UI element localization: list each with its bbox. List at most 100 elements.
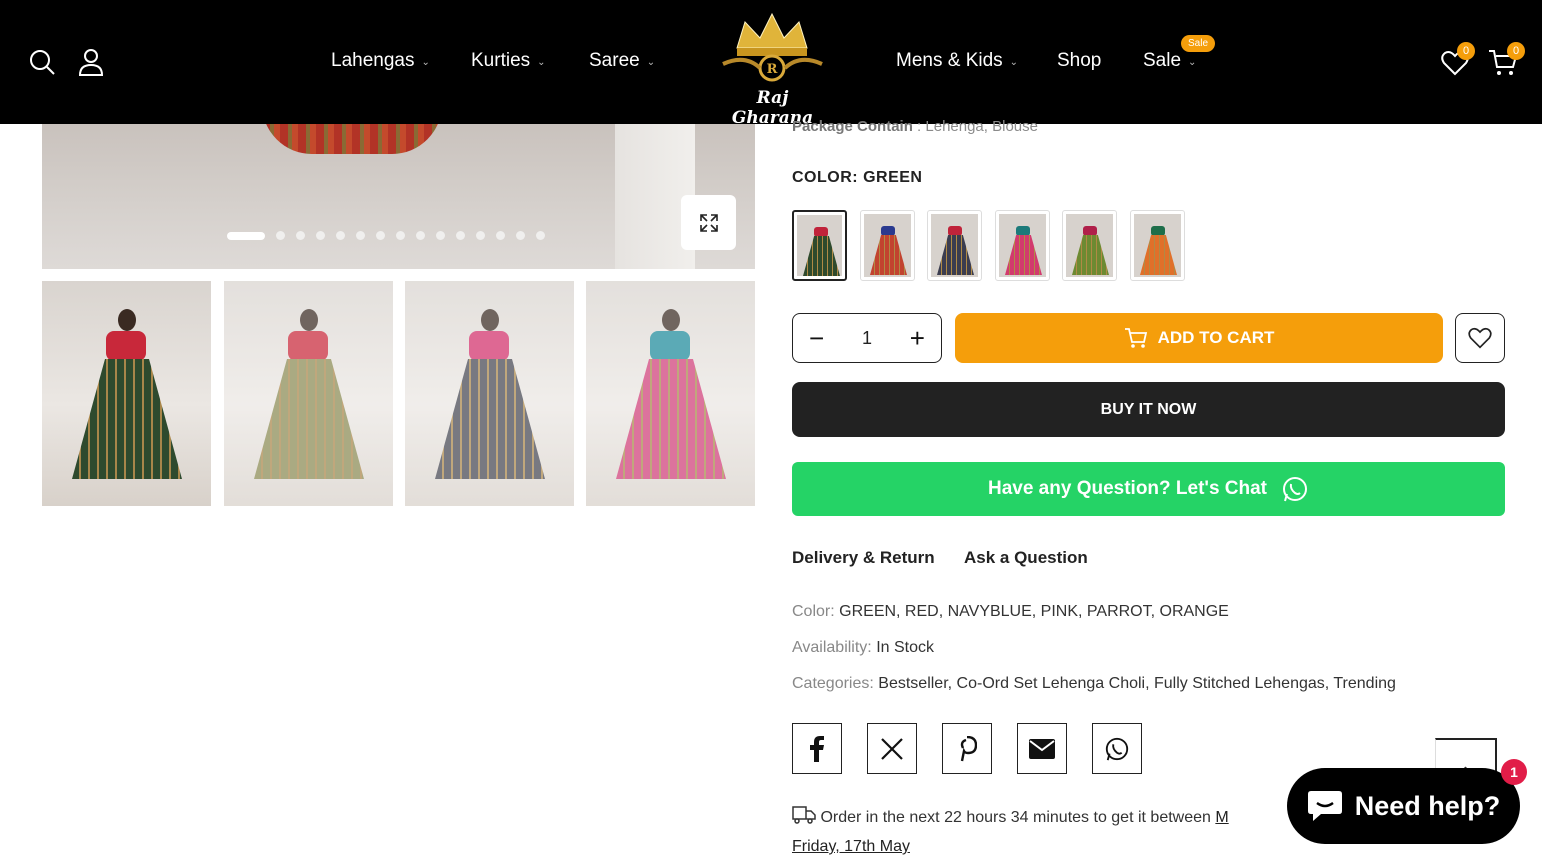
swatch-blouse — [881, 226, 895, 236]
delivery-text: Order in the next 22 hours 34 minutes to… — [820, 809, 1211, 826]
buy-now-button[interactable]: BUY IT NOW — [792, 382, 1505, 437]
product-main-image[interactable] — [42, 124, 755, 269]
meta-categories-value[interactable]: Bestseller, Co-Ord Set Lehenga Choli, Fu… — [878, 675, 1396, 692]
delivery-date-start: M — [1215, 809, 1229, 826]
color-swatch-green[interactable] — [792, 210, 847, 281]
swatch-skirt — [803, 236, 840, 276]
expand-icon — [699, 213, 718, 232]
gallery-dot[interactable] — [296, 231, 305, 240]
delivery-estimate: Order in the next 22 hours 34 minutes to… — [792, 803, 1292, 861]
chevron-down-icon: ⌄ — [537, 56, 546, 68]
color-swatch-navyblue[interactable] — [927, 210, 982, 281]
thumbnail-overlay — [586, 281, 755, 506]
share-x-button[interactable] — [867, 723, 917, 774]
gallery-dot[interactable] — [316, 231, 325, 240]
gallery-dot[interactable] — [456, 231, 465, 240]
chevron-down-icon: ⌄ — [646, 56, 656, 68]
svg-text:R: R — [767, 62, 778, 77]
meta-categories: Categories: Bestseller, Co-Ord Set Lehen… — [792, 675, 1396, 693]
swatch-blouse — [1083, 226, 1097, 236]
package-contain: Package Contain : Lehenga, Blouse — [792, 118, 1038, 135]
nav-label: Kurties — [471, 50, 531, 71]
nav-lahengas[interactable]: Lahengas ⌄ — [331, 50, 430, 72]
meta-color-value: GREEN, RED, NAVYBLUE, PINK, PARROT, ORAN… — [839, 603, 1229, 620]
color-selector-label: COLOR: GREEN — [792, 169, 922, 187]
gallery-dot[interactable] — [536, 231, 545, 240]
nav-sale[interactable]: Sale ⌄ — [1143, 50, 1196, 72]
thumbnail-overlay — [224, 281, 393, 506]
swatch-skirt — [870, 235, 907, 275]
site-logo[interactable]: R Raj Gharana — [715, 8, 830, 128]
product-thumbnail[interactable] — [42, 281, 211, 506]
nav-shop[interactable]: Shop — [1057, 50, 1101, 72]
product-thumbnail[interactable] — [224, 281, 393, 506]
product-thumbnail[interactable] — [405, 281, 574, 506]
gallery-dot[interactable] — [336, 231, 345, 240]
nav-saree[interactable]: Saree ⌄ — [589, 50, 655, 72]
gallery-dot[interactable] — [476, 231, 485, 240]
gallery-dot[interactable] — [396, 231, 405, 240]
color-swatch-pink[interactable] — [995, 210, 1050, 281]
whatsapp-chat-button[interactable]: Have any Question? Let's Chat — [792, 462, 1505, 516]
nav-mens-kids[interactable]: Mens & Kids ⌄ — [896, 50, 1018, 72]
truck-icon — [792, 806, 816, 824]
swatch-blouse — [948, 226, 962, 236]
nav-kurties[interactable]: Kurties ⌄ — [471, 50, 546, 72]
product-thumbnail[interactable] — [586, 281, 755, 506]
whatsapp-icon — [1105, 737, 1129, 760]
chat-bubble-icon — [1307, 791, 1342, 821]
delivery-date-end: Friday, 17th May — [792, 838, 910, 855]
add-to-wishlist-button[interactable] — [1455, 313, 1505, 363]
nav-label: Lahengas — [331, 50, 415, 71]
gallery-dot[interactable] — [516, 231, 525, 240]
increase-button[interactable]: + — [910, 325, 925, 351]
meta-color: Color: GREEN, RED, NAVYBLUE, PINK, PARRO… — [792, 603, 1229, 621]
product-photo-skirt — [262, 124, 442, 154]
chat-widget-button[interactable]: Need help? — [1287, 768, 1520, 844]
crown-icon: R — [722, 12, 823, 82]
share-facebook-button[interactable] — [792, 723, 842, 774]
gallery-dot[interactable] — [496, 231, 505, 240]
gallery-dot[interactable] — [227, 231, 265, 240]
gallery-dot[interactable] — [416, 231, 425, 240]
quantity-stepper: − 1 + — [792, 313, 942, 363]
color-swatch-orange[interactable] — [1130, 210, 1185, 281]
chevron-down-icon: ⌄ — [421, 56, 430, 68]
share-email-button[interactable] — [1017, 723, 1067, 774]
add-to-cart-label: ADD TO CART — [1157, 328, 1275, 347]
swatch-skirt — [937, 235, 974, 275]
package-label: Package Contain — [792, 118, 913, 135]
share-pinterest-button[interactable] — [942, 723, 992, 774]
thumbnail-overlay — [405, 281, 574, 506]
chevron-down-icon: ⌄ — [1188, 56, 1197, 68]
gallery-dot[interactable] — [276, 231, 285, 240]
chat-label: Have any Question? Let's Chat — [987, 478, 1268, 499]
tab-ask-question[interactable]: Ask a Question — [964, 548, 1088, 568]
whatsapp-icon — [1283, 477, 1308, 502]
swatch-skirt — [1140, 235, 1177, 275]
wishlist-count: 0 — [1457, 42, 1475, 60]
pinterest-icon — [960, 735, 977, 761]
share-whatsapp-button[interactable] — [1092, 723, 1142, 774]
account-icon[interactable] — [78, 48, 106, 76]
swatch-image — [931, 214, 978, 277]
color-label-text: COLOR: — [792, 169, 859, 186]
tab-delivery-return[interactable]: Delivery & Return — [792, 548, 935, 568]
meta-availability-label: Availability: — [792, 639, 872, 656]
color-swatch-parrot[interactable] — [1062, 210, 1117, 281]
search-icon[interactable] — [28, 48, 56, 76]
gallery-dot[interactable] — [436, 231, 445, 240]
sale-badge: Sale — [1181, 35, 1216, 52]
gallery-dot[interactable] — [356, 231, 365, 240]
add-to-cart-button[interactable]: ADD TO CART — [955, 313, 1443, 363]
swatch-blouse — [1016, 226, 1030, 236]
nav-label: Saree — [589, 50, 640, 71]
zoom-button[interactable] — [681, 195, 736, 250]
package-value: : Lehenga, Blouse — [917, 118, 1038, 135]
color-swatch-red[interactable] — [860, 210, 915, 281]
decrease-button[interactable]: − — [809, 325, 824, 351]
gallery-dot[interactable] — [376, 231, 385, 240]
quantity-value[interactable]: 1 — [862, 328, 872, 349]
swatch-blouse — [1151, 226, 1165, 236]
swatch-skirt — [1005, 235, 1042, 275]
